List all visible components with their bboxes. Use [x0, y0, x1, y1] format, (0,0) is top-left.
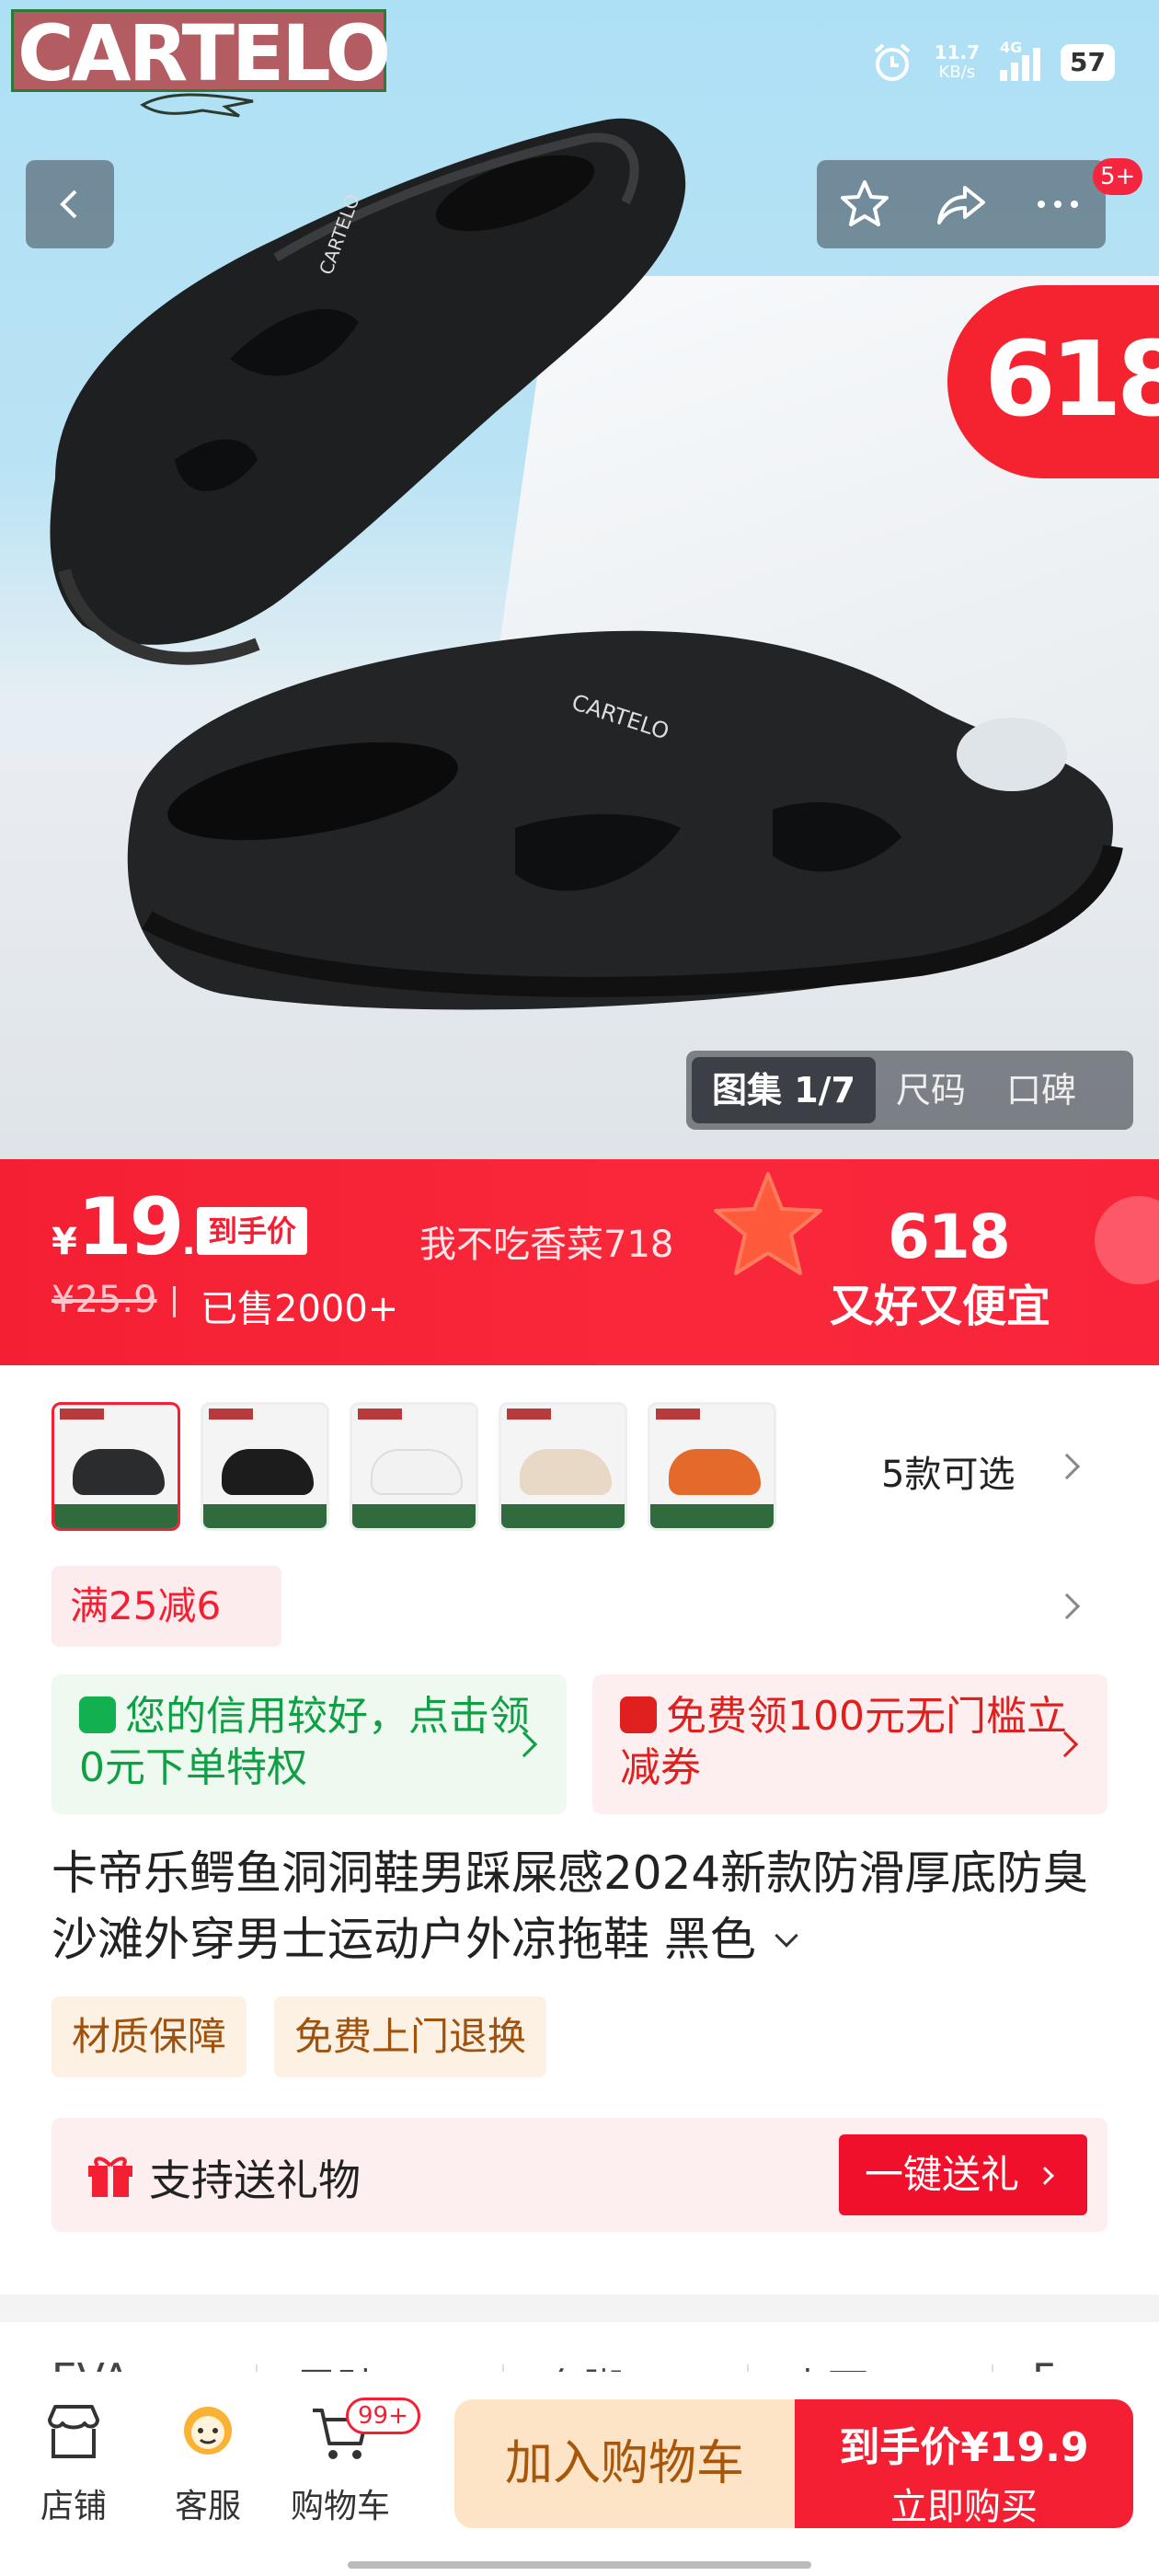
tab-reviews[interactable]: 口碑 — [986, 1057, 1096, 1123]
add-to-cart-button[interactable]: 加入购物车 — [454, 2399, 795, 2528]
event-618-label: 618 — [888, 1202, 1011, 1272]
final-price-tag: 到手价 — [197, 1207, 308, 1255]
cart-count-badge: 99+ — [346, 2398, 420, 2434]
sku-selector — [52, 1402, 776, 1531]
tab-gallery[interactable]: 图集 1/7 — [692, 1057, 876, 1123]
coupon-badge[interactable]: 满25减6 — [52, 1566, 281, 1647]
price-bar: ¥ 19 .9 到手价 ¥25.9 已售2000+ 我不吃香菜718 618 又… — [0, 1159, 1159, 1365]
chevron-left-icon — [60, 190, 77, 219]
send-gift-button[interactable]: 一键送礼 — [839, 2134, 1087, 2215]
status-bar: CARTELO 11.7 KB/s 4G 57 — [0, 0, 1159, 120]
product-title[interactable]: 卡帝乐鳄鱼洞洞鞋男踩屎感2024新款防滑厚底防臭沙滩外穿男士运动户外凉拖鞋 黑色 — [52, 1840, 1119, 1972]
buy-now-button[interactable]: 到手价¥19.9 立即购买 — [795, 2399, 1133, 2528]
promo-seller-name: 我不吃香菜718 — [419, 1224, 674, 1266]
battery-indicator: 57 — [1061, 44, 1115, 81]
shop-button[interactable]: 店铺 — [18, 2399, 129, 2527]
sku-thumbnail[interactable] — [350, 1402, 478, 1531]
balloon-decoration — [1095, 1196, 1159, 1284]
chevron-right-icon — [1053, 1453, 1081, 1480]
sku-count-link[interactable]: 5款可选 — [881, 1444, 1015, 1498]
sku-thumbnail[interactable] — [201, 1402, 329, 1531]
share-icon[interactable] — [934, 177, 989, 232]
original-price: ¥25.9 — [52, 1279, 157, 1321]
event-slogan: 又好又便宜 — [830, 1281, 1051, 1332]
sku-thumbnail[interactable] — [648, 1402, 776, 1531]
service-tags: 材质保障 免费上门退换 — [52, 1996, 547, 2077]
customer-service-icon — [184, 2407, 232, 2455]
gift-label: 支持送礼物 — [149, 2156, 361, 2205]
status-icons: 11.7 KB/s 4G 57 — [870, 37, 1115, 88]
crocodile-logo-icon — [140, 93, 254, 118]
tab-size[interactable]: 尺码 — [876, 1057, 986, 1123]
shopping-bag-icon — [79, 1696, 116, 1733]
chevron-right-icon[interactable] — [1053, 1593, 1081, 1620]
sku-thumbnail[interactable] — [52, 1402, 180, 1531]
service-tag[interactable]: 材质保障 — [52, 1996, 247, 2077]
top-action-group — [817, 160, 1106, 248]
bottom-action-bar: 店铺 客服 购物车 99+ 加入购物车 到手价¥19.9 立即购买 — [0, 2372, 1159, 2576]
net-speed: 11.7 KB/s — [934, 41, 981, 82]
credit-privilege-card[interactable]: 您的信用较好，点击领0元下单特权 — [52, 1674, 567, 1814]
divider — [173, 1286, 176, 1317]
sold-count: 已售2000+ — [201, 1288, 399, 1330]
back-button[interactable] — [26, 160, 114, 248]
brand-logo: CARTELO — [11, 8, 391, 98]
sku-thumbnail[interactable] — [499, 1402, 627, 1531]
star-decoration-icon — [714, 1172, 822, 1275]
section-divider — [0, 2294, 1159, 2322]
customer-service-button[interactable]: 客服 — [153, 2399, 263, 2527]
more-icon[interactable] — [1030, 177, 1085, 232]
card-icon — [620, 1696, 657, 1733]
gift-icon — [88, 2156, 132, 2197]
alarm-icon — [874, 43, 910, 81]
shop-icon — [48, 2405, 99, 2458]
gift-banner: 支持送礼物 一键送礼 — [52, 2118, 1107, 2232]
more-badge: 5+ — [1093, 158, 1143, 195]
signal-icon: 4G — [1000, 39, 1041, 81]
chevron-right-icon — [1036, 2167, 1055, 2185]
gallery-tabs: 图集 1/7 尺码 口碑 — [686, 1051, 1133, 1130]
service-tag[interactable]: 免费上门退换 — [274, 1996, 547, 2077]
chevron-down-icon[interactable] — [775, 1924, 798, 1948]
star-favorite-icon[interactable] — [837, 177, 892, 232]
product-image[interactable]: CARTELO CARTELO CARTELO 11.7 KB/s 4G 57 — [0, 0, 1159, 1159]
current-price: ¥ 19 .9 — [52, 1181, 222, 1273]
home-indicator[interactable] — [348, 2561, 811, 2569]
voucher-card[interactable]: 免费领100元无门槛立减券 — [592, 1674, 1107, 1814]
promo-618-badge[interactable]: 618 — [947, 285, 1159, 478]
